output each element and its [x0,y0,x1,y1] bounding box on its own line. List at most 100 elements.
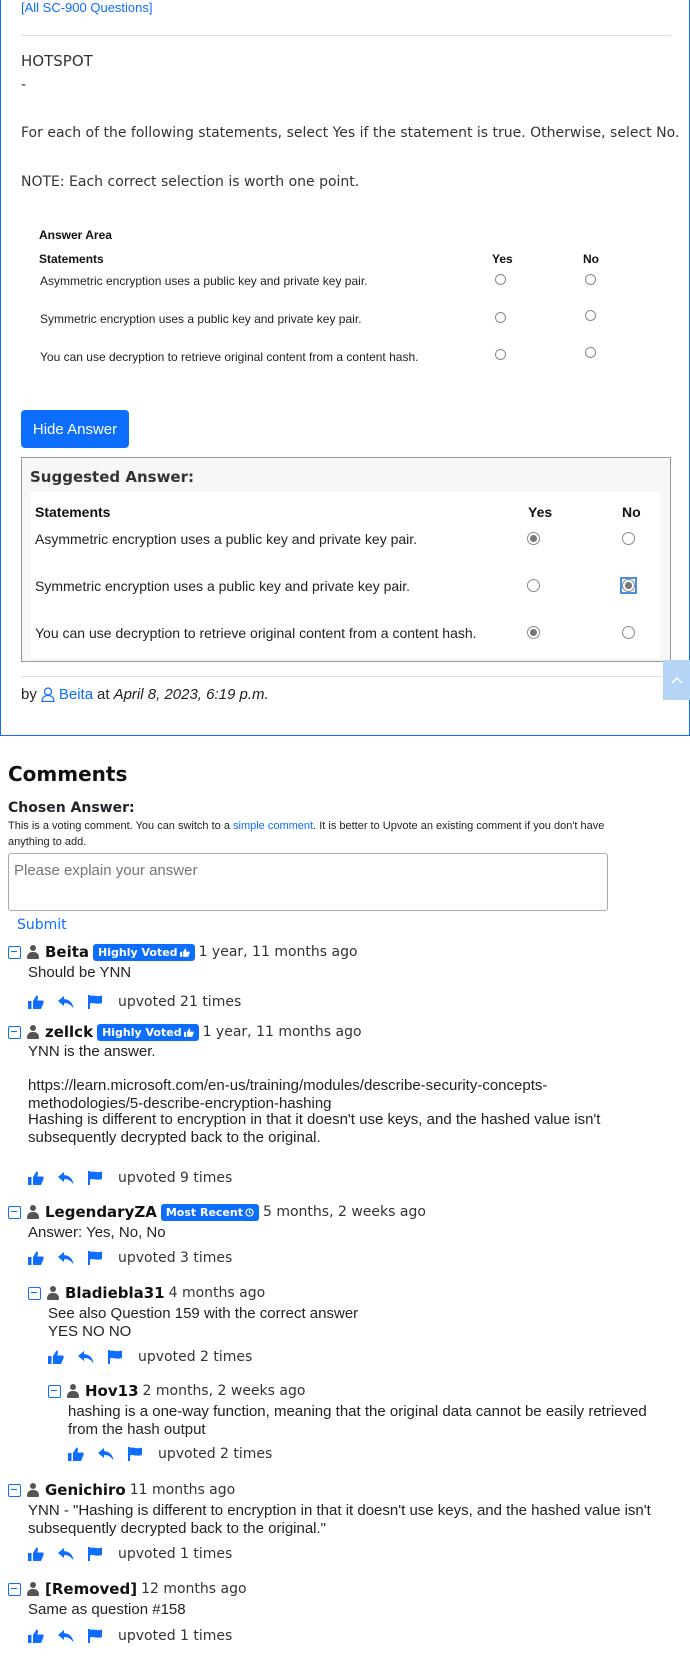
comment-actions: upvoted 9 times [28,1170,232,1186]
flag-icon[interactable] [108,1350,124,1364]
comment-text: YNN - "Hashing is different to encryptio… [28,1502,651,1537]
answer-statement: Symmetric encryption uses a public key a… [40,312,362,326]
flag-icon[interactable] [88,1251,104,1265]
radio-no[interactable] [585,274,596,285]
upvote-icon[interactable] [28,995,44,1009]
comment-badge: Most Recent [160,1203,259,1221]
upvote-icon[interactable] [48,1350,64,1364]
flag-icon[interactable] [88,1171,104,1185]
col-statements: Statements [39,252,104,266]
radio-yes[interactable] [495,349,506,360]
flag-icon[interactable] [128,1447,144,1461]
reply-icon[interactable] [58,1171,74,1185]
voting-note: This is a voting comment. You can switch… [8,818,608,850]
col-yes: Yes [528,504,553,520]
comment-text: https://learn.microsoft.com/en-us/traini… [28,1077,548,1112]
collapse-toggle-icon[interactable] [28,1286,41,1300]
upvote-icon[interactable] [28,1547,44,1561]
radio-yes-selected [527,626,540,639]
comment-text: Should be YNN [28,964,132,981]
radio-no[interactable] [585,310,596,321]
upvote-count: upvoted 9 times [118,1170,233,1186]
col-yes: Yes [492,252,513,266]
flag-icon[interactable] [88,1629,104,1643]
upvote-icon[interactable] [68,1447,84,1461]
comment-username[interactable]: Genichiro [45,1481,126,1499]
comment-username[interactable]: Hov13 [85,1382,139,1400]
user-icon [27,1025,39,1039]
comment-actions: upvoted 1 times [28,1628,232,1644]
suggested-answer-box: Suggested Answer: Statements Yes No Asym… [21,457,671,662]
reply-icon[interactable] [58,1251,74,1265]
scroll-to-top-button[interactable] [663,660,690,700]
suggested-statement: Symmetric encryption uses a public key a… [35,578,411,594]
chevron-up-icon [670,676,683,684]
comment-header: zellck Highly Voted 1 year, 11 months ago [8,1022,362,1042]
flag-icon[interactable] [88,995,104,1009]
question-card: [All SC-900 Questions] HOTSPOT - For eac… [0,0,690,736]
comment-header: Beita Highly Voted 1 year, 11 months ago [8,942,358,962]
user-icon [27,1205,39,1219]
comment-header: Hov13 2 months, 2 weeks ago [48,1381,305,1401]
author-link[interactable]: Beita [59,686,93,703]
comment-time: 4 months ago [168,1285,266,1301]
comment-textarea[interactable] [8,853,608,911]
comment-username[interactable]: Bladiebla31 [65,1284,165,1302]
voting-note-text: This is a voting comment. You can switch… [8,820,234,832]
radio-no-selected [622,579,635,592]
suggested-answer-title: Suggested Answer: [30,468,195,486]
collapse-toggle-icon[interactable] [8,1025,21,1039]
comment-text: YES NO NO [48,1323,132,1340]
upvote-icon[interactable] [28,1171,44,1185]
all-questions-link[interactable]: [All SC-900 Questions] [21,0,153,15]
simple-comment-link[interactable]: simple comment [233,820,313,832]
comment-username[interactable]: Beita [45,943,89,961]
radio-no[interactable] [585,347,596,358]
comment-time: 12 months ago [141,1581,247,1597]
comment-time: 1 year, 11 months ago [198,944,358,960]
comment-text: YNN is the answer. [28,1043,156,1060]
comment-username[interactable]: LegendaryZA [45,1203,157,1221]
divider [21,676,671,677]
upvote-count: upvoted 21 times [118,994,242,1010]
comment-text: Hashing is different to encryption in th… [28,1111,601,1146]
comment-actions: upvoted 2 times [68,1446,272,1462]
comment-text: Answer: Yes, No, No [28,1224,166,1241]
radio-yes[interactable] [495,274,506,285]
collapse-toggle-icon[interactable] [8,1483,21,1497]
reply-icon[interactable] [98,1447,114,1461]
reply-icon[interactable] [58,995,74,1009]
suggested-answer-image: Statements Yes No Asymmetric encryption … [30,492,660,658]
byline: by Beita at April 8, 2023, 6:19 p.m. [21,686,269,703]
radio-yes[interactable] [495,312,506,323]
collapse-toggle-icon[interactable] [8,1205,21,1219]
comment-text: hashing is a one-way function, meaning t… [68,1403,647,1438]
col-statements: Statements [35,504,111,520]
upvote-icon[interactable] [28,1629,44,1643]
collapse-toggle-icon[interactable] [8,1582,21,1596]
comment-username[interactable]: [Removed] [45,1580,137,1598]
collapse-toggle-icon[interactable] [48,1384,61,1398]
upvote-icon[interactable] [28,1251,44,1265]
flag-icon[interactable] [88,1547,104,1561]
user-icon [41,687,55,703]
reply-icon[interactable] [58,1629,74,1643]
question-type-label: HOTSPOT [21,52,93,70]
user-icon [27,1483,39,1497]
comments-title: Comments [8,762,128,786]
comment-actions: upvoted 3 times [28,1250,232,1266]
comment-time: 5 months, 2 weeks ago [262,1204,426,1220]
col-no: No [583,252,599,266]
collapse-toggle-icon[interactable] [8,945,21,959]
submit-button[interactable]: Submit [17,917,67,933]
comment-time: 2 months, 2 weeks ago [142,1383,306,1399]
upvote-count: upvoted 3 times [118,1250,233,1266]
comment-badge: Highly Voted [93,943,195,961]
answer-area-title: Answer Area [39,228,112,242]
post-date: April 8, 2023, 6:19 p.m. [113,686,269,703]
comment-username[interactable]: zellck [45,1023,93,1041]
hide-answer-button[interactable]: Hide Answer [21,410,129,448]
reply-icon[interactable] [78,1350,94,1364]
reply-icon[interactable] [58,1547,74,1561]
user-icon [27,1582,39,1596]
